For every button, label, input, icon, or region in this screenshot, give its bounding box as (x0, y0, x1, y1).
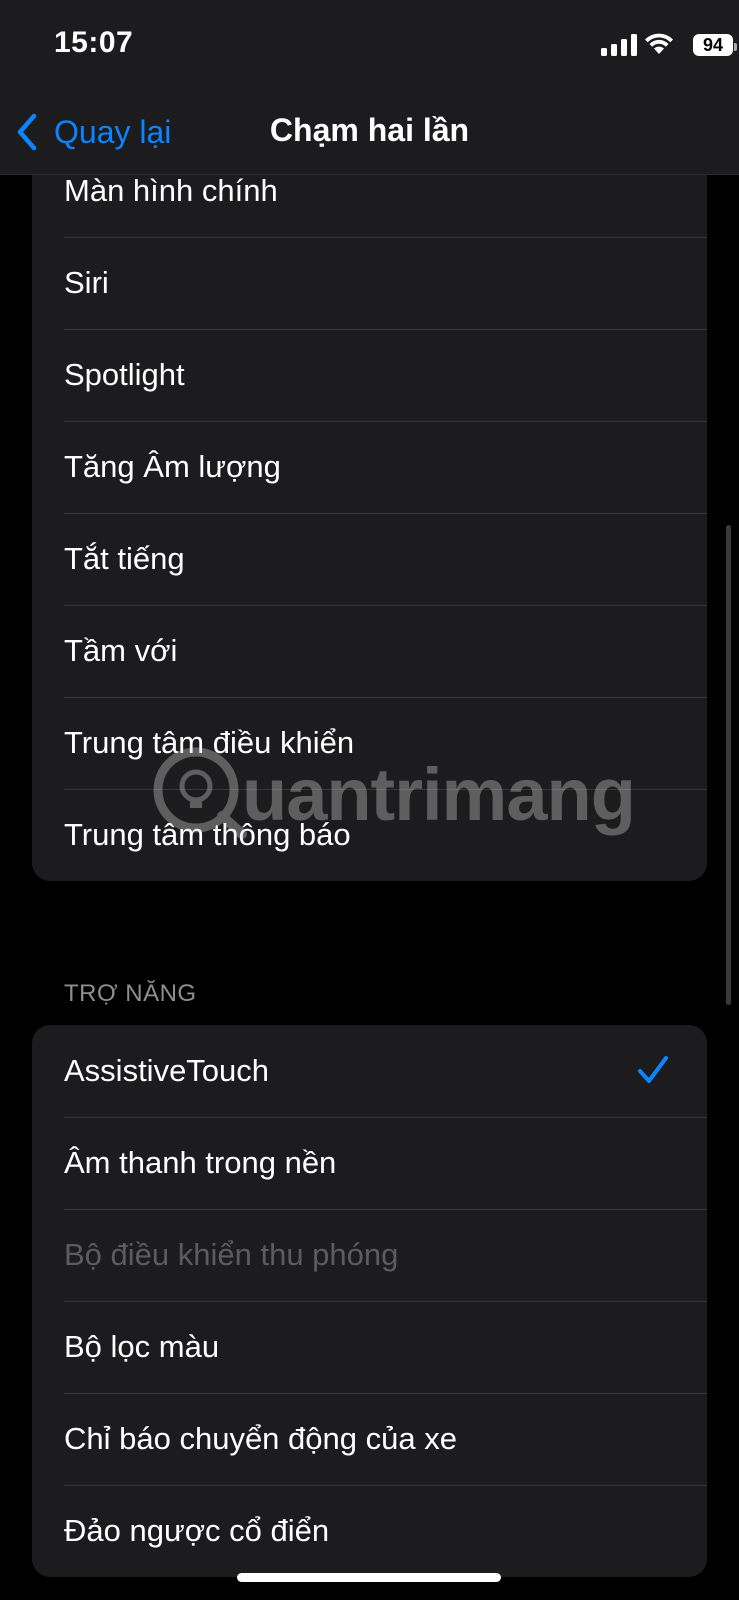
option-classic-invert[interactable]: Đảo ngược cổ điển (32, 1485, 707, 1577)
battery-icon: 94 (693, 34, 737, 56)
option-background-sounds[interactable]: Âm thanh trong nền (32, 1117, 707, 1209)
option-label: AssistiveTouch (64, 1053, 270, 1088)
cellular-signal-icon (601, 34, 637, 56)
option-label: Tăng Âm lượng (64, 449, 281, 484)
option-label: Tắt tiếng (64, 541, 185, 576)
option-label: Trung tâm thông báo (64, 817, 351, 852)
navigation-bar: Quay lại Chạm hai lần (0, 90, 739, 175)
option-label: Spotlight (64, 357, 185, 392)
scroll-indicator[interactable] (726, 525, 731, 1005)
accessibility-group: AssistiveTouch Âm thanh trong nền Bộ điề… (32, 1025, 707, 1577)
option-label: Đảo ngược cổ điển (64, 1513, 330, 1548)
option-volume-up[interactable]: Tăng Âm lượng (32, 421, 707, 513)
battery-level: 94 (702, 35, 724, 55)
option-label: Chỉ báo chuyển động của xe (64, 1421, 457, 1456)
option-label: Âm thanh trong nền (64, 1145, 337, 1180)
option-spotlight[interactable]: Spotlight (32, 329, 707, 421)
option-zoom-controller: Bộ điều khiển thu phóng (32, 1209, 707, 1301)
option-color-filters[interactable]: Bộ lọc màu (32, 1301, 707, 1393)
status-time: 15:07 (54, 26, 134, 59)
status-bar: 15:07 94 (0, 0, 739, 90)
option-label: Siri (64, 265, 109, 300)
settings-list[interactable]: Màn hình chính Siri Spotlight Tăng Âm lư… (0, 175, 739, 1600)
option-vehicle-motion-cues[interactable]: Chỉ báo chuyển động của xe (32, 1393, 707, 1485)
wifi-icon (645, 33, 673, 54)
checkmark-icon (638, 1056, 668, 1083)
system-actions-group: Màn hình chính Siri Spotlight Tăng Âm lư… (32, 175, 707, 881)
page-title: Chạm hai lần (269, 112, 470, 148)
option-label: Trung tâm điều khiển (64, 725, 355, 760)
option-notification-center[interactable]: Trung tâm thông báo (32, 789, 707, 881)
option-reachability[interactable]: Tầm với (32, 605, 707, 697)
option-mute[interactable]: Tắt tiếng (32, 513, 707, 605)
option-label: Bộ lọc màu (64, 1329, 220, 1364)
section-header-accessibility: TRỢ NĂNG (64, 980, 197, 1007)
option-label: Tầm với (64, 633, 178, 668)
option-home-screen[interactable]: Màn hình chính (32, 175, 707, 237)
option-label: Bộ điều khiển thu phóng (64, 1237, 399, 1272)
home-indicator[interactable] (237, 1573, 501, 1582)
option-assistivetouch[interactable]: AssistiveTouch (32, 1025, 707, 1117)
option-siri[interactable]: Siri (32, 237, 707, 329)
option-control-center[interactable]: Trung tâm điều khiển (32, 697, 707, 789)
option-label: Màn hình chính (64, 175, 278, 208)
